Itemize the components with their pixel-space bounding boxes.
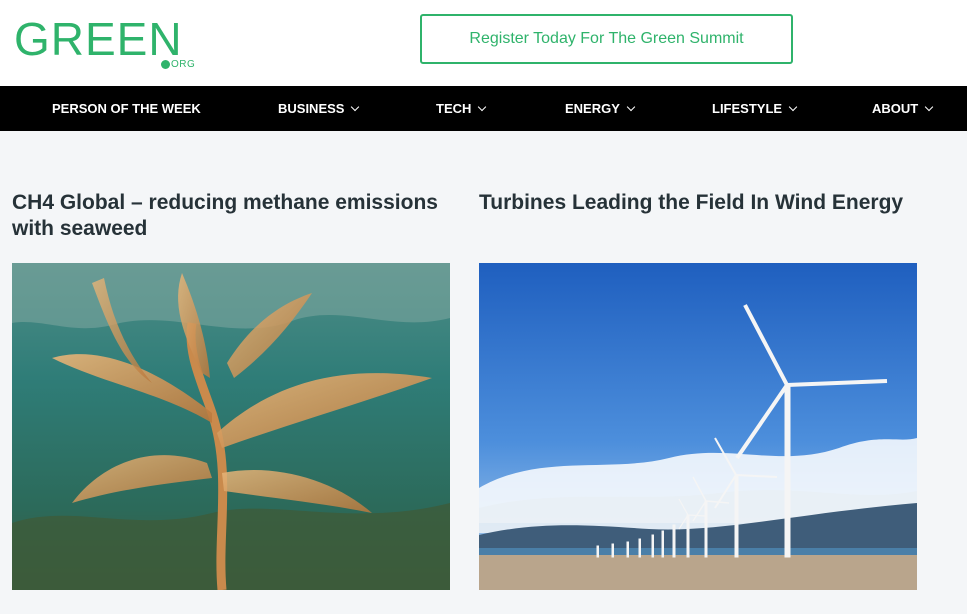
site-header: GREEN ORG Register Today For The Green S…	[0, 0, 967, 86]
chevron-down-icon	[788, 102, 798, 112]
logo-dot-icon	[161, 60, 170, 69]
nav-item-label: PERSON OF THE WEEK	[52, 101, 201, 116]
nav-item-energy[interactable]: ENERGY	[565, 86, 636, 131]
chevron-down-icon	[478, 102, 487, 112]
logo-suffix: ORG	[171, 59, 196, 70]
main-nav: PERSON OF THE WEEK BUSINESS TECH ENERGY …	[0, 86, 967, 131]
nav-item-business[interactable]: BUSINESS	[278, 86, 360, 131]
nav-item-label: TECH	[436, 101, 472, 116]
nav-item-label: LIFESTYLE	[712, 101, 783, 116]
nav-item-label: BUSINESS	[278, 101, 345, 116]
site-logo[interactable]: GREEN ORG	[14, 14, 204, 72]
article-title-link[interactable]: Turbines Leading the Field In Wind Energ…	[479, 190, 917, 216]
nav-item-lifestyle[interactable]: LIFESTYLE	[712, 86, 798, 131]
article-image-wind-turbines[interactable]	[479, 263, 917, 590]
chevron-down-icon	[351, 102, 360, 112]
nav-item-about[interactable]: ABOUT	[872, 86, 934, 131]
seaweed-photo	[12, 263, 450, 590]
nav-item-label: ENERGY	[565, 101, 620, 116]
nav-item-label: ABOUT	[872, 101, 919, 116]
chevron-down-icon	[924, 102, 934, 112]
wind-turbines-photo	[479, 263, 917, 590]
article-card: Turbines Leading the Field In Wind Energ…	[479, 190, 917, 590]
article-image-seaweed[interactable]	[12, 263, 450, 590]
nav-item-tech[interactable]: TECH	[436, 86, 487, 131]
register-summit-button[interactable]: Register Today For The Green Summit	[420, 14, 793, 64]
nav-item-person-of-the-week[interactable]: PERSON OF THE WEEK	[52, 86, 201, 131]
logo-wordmark: GREEN	[14, 13, 183, 65]
article-card: CH4 Global – reducing methane emissions …	[12, 190, 450, 590]
article-title-link[interactable]: CH4 Global – reducing methane emissions …	[12, 190, 450, 242]
chevron-down-icon	[626, 102, 636, 112]
